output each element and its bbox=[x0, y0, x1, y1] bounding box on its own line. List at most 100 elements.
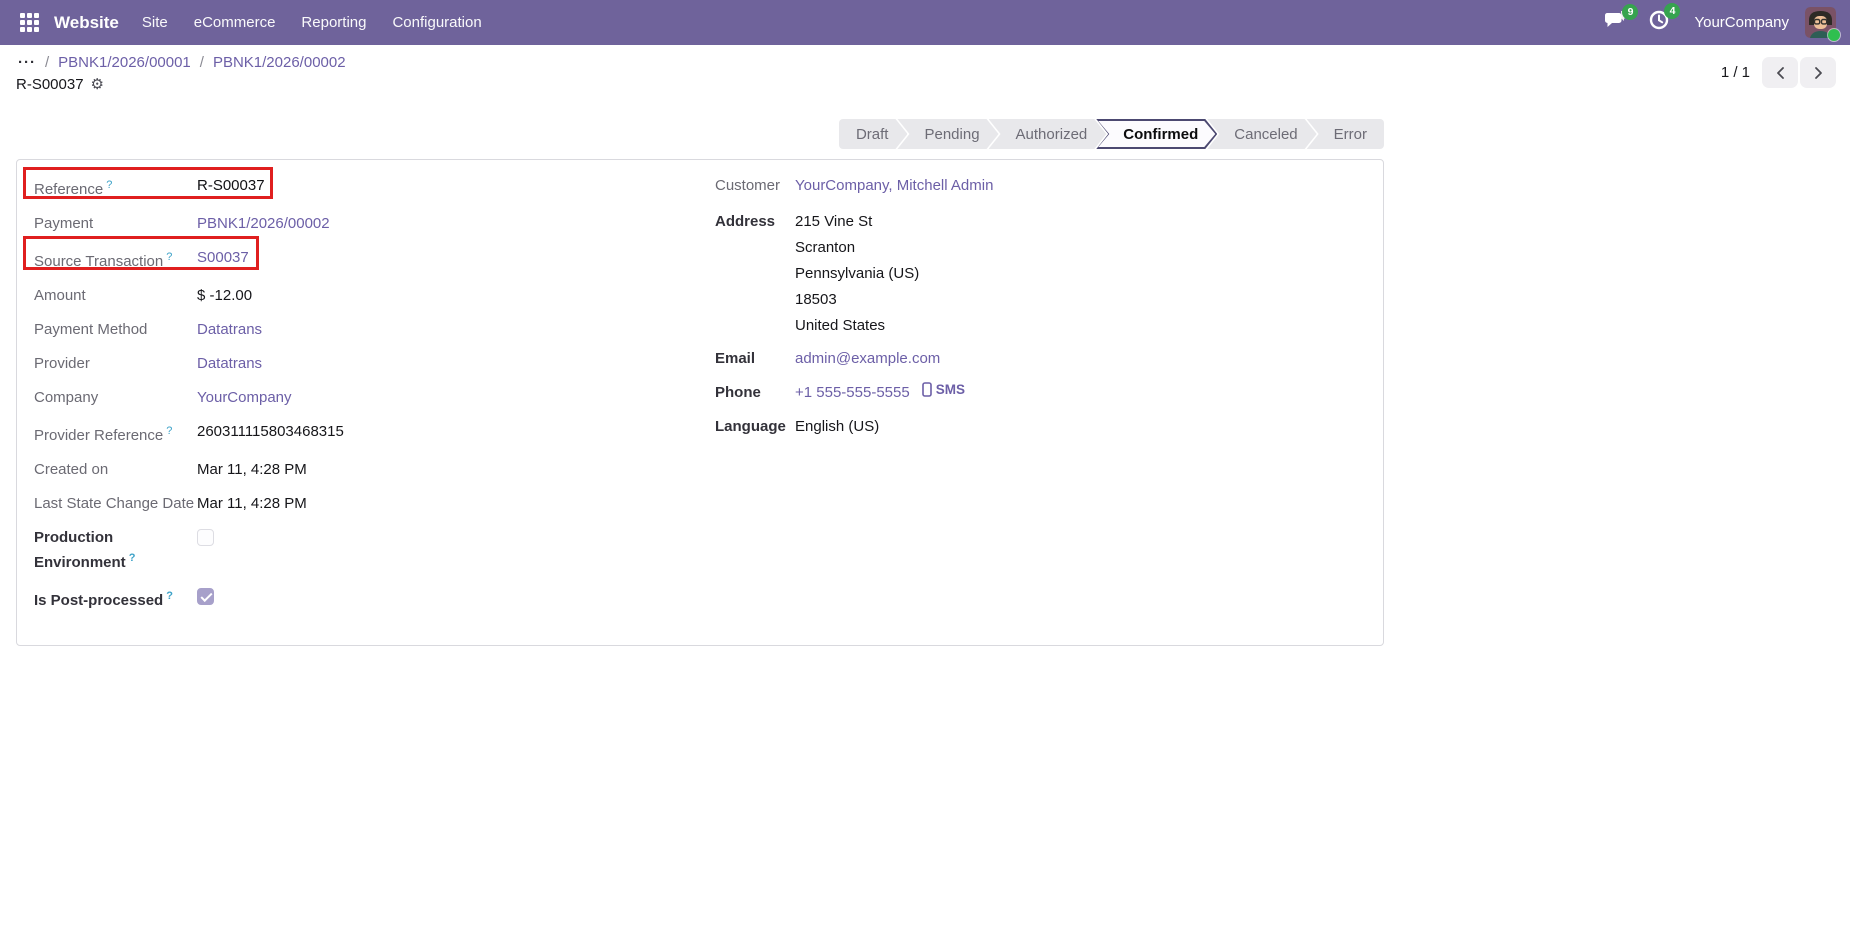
field-label: Amount bbox=[34, 287, 86, 304]
status-step-pending[interactable]: Pending bbox=[897, 119, 998, 149]
address-line: Pennsylvania (US) bbox=[795, 265, 920, 282]
field-row-address: Address 215 Vine St Scranton Pennsylvani… bbox=[715, 209, 1355, 339]
control-panel: ··· / PBNK1/2026/00001 / PBNK1/2026/0000… bbox=[0, 45, 1850, 115]
sms-label: SMS bbox=[935, 382, 965, 397]
pager-count: 1 / 1 bbox=[1720, 64, 1750, 81]
field-row-payment: Payment PBNK1/2026/00002 bbox=[34, 213, 634, 234]
field-label: Language bbox=[715, 418, 786, 435]
field-row-customer: Customer YourCompany, Mitchell Admin bbox=[715, 175, 1355, 196]
field-row-provider: Provider Datatrans bbox=[34, 353, 634, 374]
help-icon: ? bbox=[166, 425, 173, 437]
address-line: 18503 bbox=[795, 291, 837, 308]
menu-site[interactable]: Site bbox=[129, 0, 181, 45]
field-value-email[interactable]: admin@example.com bbox=[795, 348, 940, 369]
field-value-provider-reference: 260311115803468315 bbox=[197, 423, 344, 440]
grid-icon bbox=[19, 13, 39, 32]
form-right-column: Customer YourCompany, Mitchell Admin Add… bbox=[715, 175, 1355, 450]
field-label: Company bbox=[34, 389, 99, 406]
status-step-draft[interactable]: Draft bbox=[839, 119, 908, 149]
field-value-customer[interactable]: YourCompany, Mitchell Admin bbox=[795, 175, 993, 196]
menu-ecommerce[interactable]: eCommerce bbox=[181, 0, 289, 45]
menu-reporting[interactable]: Reporting bbox=[288, 0, 379, 45]
field-label: Reference? bbox=[34, 179, 113, 198]
pager-previous-button[interactable] bbox=[1762, 57, 1798, 88]
field-label: Phone bbox=[715, 384, 761, 401]
field-row-last-state-change: Last State Change Date Mar 11, 4:28 PM bbox=[34, 493, 634, 514]
status-step-authorized[interactable]: Authorized bbox=[989, 119, 1107, 149]
breadcrumb: ··· / PBNK1/2026/00001 / PBNK1/2026/0000… bbox=[18, 54, 346, 71]
activities-badge: 4 bbox=[1664, 3, 1681, 19]
field-row-production-environment: Production Environment? bbox=[34, 527, 634, 573]
messages-icon[interactable]: 9 bbox=[1604, 4, 1639, 35]
field-label: Last State Change Date bbox=[34, 495, 195, 512]
field-value-payment-method[interactable]: Datatrans bbox=[197, 319, 262, 340]
field-row-payment-method: Payment Method Datatrans bbox=[34, 319, 634, 340]
address-line: Scranton bbox=[795, 239, 856, 256]
form-sheet: Reference? R-S00037 Payment PBNK1/2026/0… bbox=[16, 159, 1384, 646]
app-name[interactable]: Website bbox=[54, 13, 119, 33]
apps-menu-icon[interactable] bbox=[14, 8, 44, 38]
field-value-phone[interactable]: +1 555-555-5555 bbox=[795, 382, 910, 403]
field-row-amount: Amount $ -12.00 bbox=[34, 285, 634, 306]
statusbar: Draft Pending Authorized Confirmed Cance… bbox=[839, 119, 1384, 149]
field-label: Created on bbox=[34, 461, 109, 478]
field-value-payment[interactable]: PBNK1/2026/00002 bbox=[197, 213, 330, 234]
field-label: Email bbox=[715, 350, 756, 367]
address-line: 215 Vine St bbox=[795, 213, 873, 230]
sms-button[interactable]: SMS bbox=[921, 382, 965, 397]
field-row-reference: Reference? R-S00037 bbox=[34, 175, 634, 200]
field-label: Is Post-processed? bbox=[34, 590, 173, 609]
gear-icon[interactable]: ⚙ bbox=[91, 77, 104, 92]
field-value-created-on: Mar 11, 4:28 PM bbox=[197, 461, 307, 478]
field-row-company: Company YourCompany bbox=[34, 387, 634, 408]
address-block: 215 Vine St Scranton Pennsylvania (US) 1… bbox=[795, 209, 919, 339]
field-row-provider-reference: Provider Reference? 260311115803468315 bbox=[34, 421, 634, 446]
field-value-language: English (US) bbox=[795, 418, 880, 435]
field-label: Source Transaction? bbox=[34, 251, 173, 270]
help-icon: ? bbox=[106, 179, 113, 191]
field-value-reference: R-S00037 bbox=[197, 177, 265, 194]
field-value-amount: $ -12.00 bbox=[197, 287, 253, 304]
pager: 1 / 1 bbox=[1721, 57, 1836, 88]
breadcrumb-separator: / bbox=[45, 54, 50, 71]
status-step-confirmed[interactable]: Confirmed bbox=[1096, 119, 1217, 149]
top-navbar: Website Site eCommerce Reporting Configu… bbox=[0, 0, 1850, 45]
field-value-company[interactable]: YourCompany bbox=[197, 387, 292, 408]
field-label: Address bbox=[715, 213, 776, 230]
online-status-dot bbox=[1828, 29, 1840, 41]
activities-icon[interactable]: 4 bbox=[1648, 3, 1681, 36]
field-label: Payment bbox=[34, 215, 94, 232]
mobile-phone-icon bbox=[921, 382, 932, 397]
messages-badge: 9 bbox=[1622, 4, 1639, 20]
pager-next-button[interactable] bbox=[1800, 57, 1836, 88]
field-row-source-transaction: Source Transaction? S00037 bbox=[34, 247, 634, 272]
breadcrumb-link-2[interactable]: PBNK1/2026/00002 bbox=[213, 54, 346, 71]
field-label: Provider bbox=[34, 355, 90, 372]
breadcrumb-separator: / bbox=[199, 54, 204, 71]
field-row-created-on: Created on Mar 11, 4:28 PM bbox=[34, 459, 634, 480]
status-step-canceled[interactable]: Canceled bbox=[1207, 119, 1316, 149]
company-switcher[interactable]: YourCompany bbox=[1694, 14, 1789, 31]
help-icon: ? bbox=[166, 590, 173, 602]
is-post-processed-checkbox[interactable] bbox=[197, 588, 214, 605]
help-icon: ? bbox=[166, 251, 173, 263]
breadcrumb-link-1[interactable]: PBNK1/2026/00001 bbox=[58, 54, 191, 71]
field-row-language: Language English (US) bbox=[715, 416, 1355, 437]
status-step-error[interactable]: Error bbox=[1306, 119, 1384, 149]
field-row-email: Email admin@example.com bbox=[715, 348, 1355, 369]
production-environment-checkbox[interactable] bbox=[197, 529, 214, 546]
field-label: Provider Reference? bbox=[34, 425, 173, 444]
form-left-column: Reference? R-S00037 Payment PBNK1/2026/0… bbox=[34, 175, 634, 624]
field-row-phone: Phone +1 555-555-5555 SMS bbox=[715, 382, 1355, 403]
help-icon: ? bbox=[128, 552, 136, 564]
address-line: United States bbox=[795, 317, 886, 334]
user-avatar[interactable] bbox=[1805, 7, 1840, 41]
breadcrumb-ellipsis[interactable]: ··· bbox=[18, 54, 36, 71]
field-value-provider[interactable]: Datatrans bbox=[197, 353, 262, 374]
field-row-is-post-processed: Is Post-processed? bbox=[34, 586, 634, 611]
field-value-source-transaction[interactable]: S00037 bbox=[197, 247, 249, 268]
field-label: Customer bbox=[715, 177, 781, 194]
page-title: R-S00037 bbox=[16, 76, 84, 93]
field-value-last-state-change: Mar 11, 4:28 PM bbox=[197, 495, 307, 512]
menu-configuration[interactable]: Configuration bbox=[379, 0, 494, 45]
